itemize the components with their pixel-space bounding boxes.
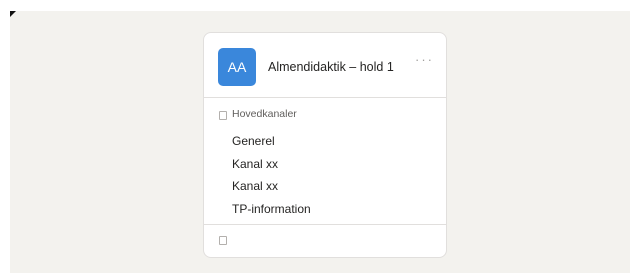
footer-checkbox-icon[interactable] xyxy=(219,236,227,245)
team-avatar[interactable]: AA xyxy=(218,48,256,86)
section-checkbox-icon[interactable] xyxy=(219,111,227,120)
channel-item-kanal-xx-2[interactable]: Kanal xx xyxy=(204,175,446,198)
channels-section: Hovedkanaler Generel Kanal xx Kanal xx T… xyxy=(204,105,446,216)
card-footer xyxy=(204,224,446,257)
section-header[interactable]: Hovedkanaler xyxy=(204,105,446,125)
channel-item-tp-information[interactable]: TP-information xyxy=(204,198,446,221)
channel-list: Generel Kanal xx Kanal xx TP-information xyxy=(204,130,446,221)
team-card: AA Almendidaktik – hold 1 ··· Hovedkanal… xyxy=(203,32,447,258)
channel-item-generel[interactable]: Generel xyxy=(204,130,446,153)
section-title: Hovedkanaler xyxy=(232,108,297,120)
channel-item-kanal-xx-1[interactable]: Kanal xx xyxy=(204,153,446,176)
team-name[interactable]: Almendidaktik – hold 1 xyxy=(268,60,394,74)
more-options-icon[interactable]: ··· xyxy=(415,53,434,66)
team-header[interactable]: AA Almendidaktik – hold 1 ··· xyxy=(204,33,446,98)
